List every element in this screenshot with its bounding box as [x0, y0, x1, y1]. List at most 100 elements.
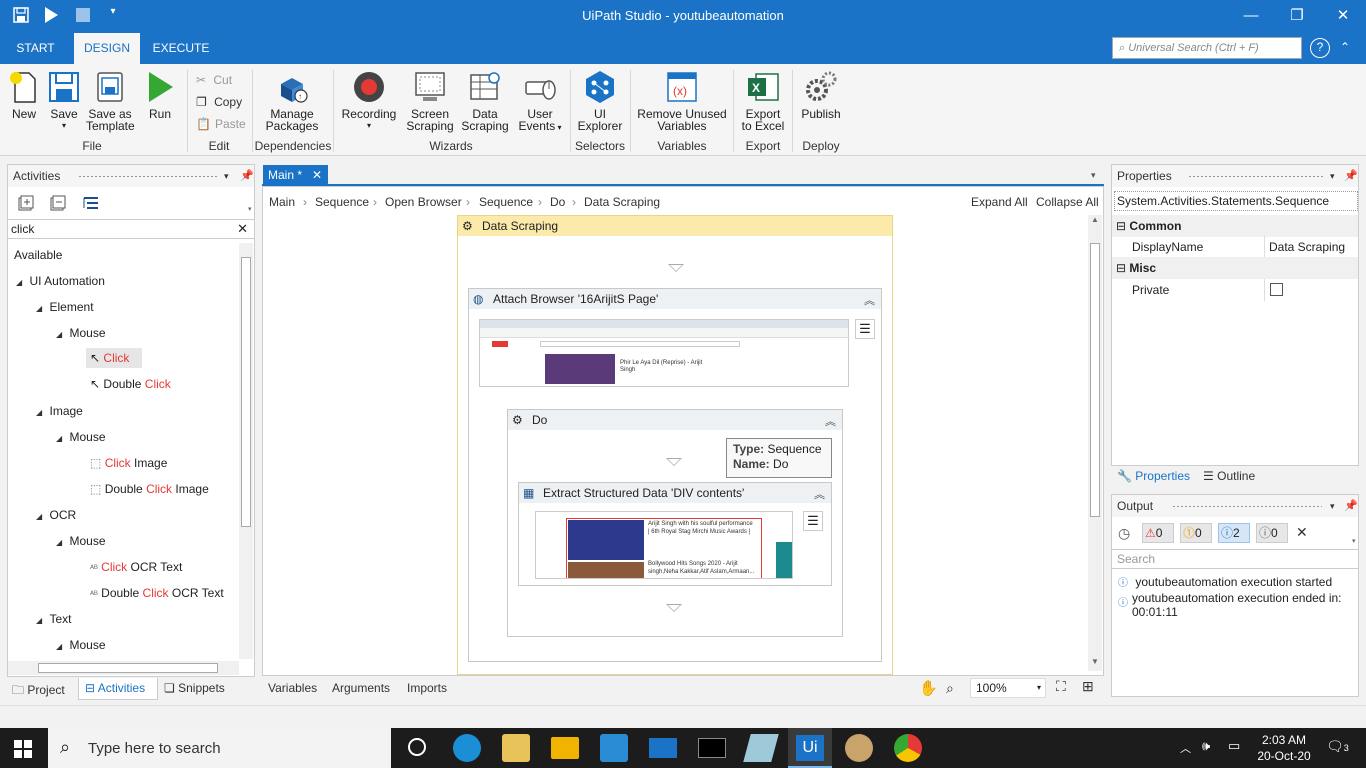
- scrollbar-thumb[interactable]: [38, 663, 218, 673]
- zoom-select[interactable]: 100% ▾: [970, 678, 1046, 698]
- store-icon[interactable]: [600, 734, 628, 762]
- remove-unused-variables-button[interactable]: (x) Remove Unused Variables: [636, 70, 728, 132]
- output-search-input[interactable]: Search: [1112, 549, 1358, 569]
- tab-execute[interactable]: EXECUTE: [150, 33, 212, 64]
- mail-icon[interactable]: [649, 738, 677, 758]
- breadcrumb-open-browser[interactable]: Open Browser: [385, 195, 462, 209]
- property-category-misc[interactable]: ⊟ Misc: [1112, 257, 1358, 279]
- user-events-button[interactable]: User Events ▾: [514, 70, 566, 134]
- edge-browser-icon[interactable]: [453, 734, 481, 762]
- file-explorer-icon[interactable]: [551, 737, 579, 759]
- tabs-dropdown-icon[interactable]: ▾: [1091, 170, 1096, 181]
- zoom-icon[interactable]: ⌕: [946, 680, 954, 697]
- pin-icon[interactable]: 📌: [1344, 165, 1358, 187]
- info-filter-button[interactable]: ⓘ2: [1218, 523, 1250, 543]
- hand-pan-icon[interactable]: ✋: [919, 679, 938, 697]
- system-tray-chevron-icon[interactable]: ︿: [1180, 740, 1191, 756]
- help-button[interactable]: ?: [1310, 38, 1330, 58]
- clock[interactable]: 2:03 AM 20-Oct-20: [1254, 732, 1314, 764]
- activities-search-input[interactable]: click ✕: [8, 219, 254, 239]
- volume-icon[interactable]: 🕪: [1202, 738, 1210, 754]
- data-scraping-button[interactable]: Data Scraping: [460, 70, 510, 132]
- activity-click[interactable]: ↖ Click: [86, 348, 142, 368]
- tree-text[interactable]: ◢ Text: [36, 609, 72, 629]
- filter-icon[interactable]: [82, 195, 100, 214]
- breadcrumb-sequence[interactable]: Sequence: [315, 195, 369, 209]
- tree-image[interactable]: ◢ Image: [36, 401, 83, 421]
- scrollbar-thumb[interactable]: [241, 257, 251, 527]
- breadcrumb-sequence-2[interactable]: Sequence: [479, 195, 533, 209]
- collapse-all-link[interactable]: Collapse All: [1036, 195, 1099, 209]
- scroll-toggle-icon[interactable]: ▾: [248, 205, 252, 213]
- displayname-input[interactable]: Data Scraping: [1264, 236, 1360, 258]
- activity-double-click[interactable]: ↖ Double Click: [90, 374, 171, 394]
- extract-structured-data-activity[interactable]: ▦ Extract Structured Data 'DIV contents'…: [518, 482, 832, 586]
- clear-search-icon[interactable]: ✕: [237, 221, 248, 237]
- collapse-chevron-icon[interactable]: ︽: [825, 412, 836, 432]
- uipath-taskbar-button[interactable]: Ui: [788, 728, 832, 768]
- ui-explorer-button[interactable]: UI Explorer: [576, 70, 624, 132]
- run-button[interactable]: Run: [142, 70, 178, 120]
- python-idle-icon[interactable]: [502, 734, 530, 762]
- private-checkbox[interactable]: [1270, 283, 1283, 296]
- pin-icon[interactable]: 📌: [1344, 495, 1358, 517]
- tab-start[interactable]: START: [8, 33, 63, 64]
- timestamp-toggle-icon[interactable]: ◷: [1118, 525, 1130, 542]
- breadcrumb-do[interactable]: Do: [550, 195, 565, 209]
- drop-arrow-icon[interactable]: [666, 458, 682, 466]
- panel-menu-icon[interactable]: ▾: [1330, 165, 1335, 187]
- arguments-tab[interactable]: Arguments: [332, 681, 390, 695]
- paste-button[interactable]: 📋 Paste: [196, 117, 246, 131]
- tree-mouse[interactable]: ◢ Mouse: [56, 635, 106, 655]
- trace-filter-button[interactable]: ⓘ0: [1256, 523, 1288, 543]
- tree-ui-automation[interactable]: ◢ UI Automation: [16, 271, 105, 291]
- new-button[interactable]: New: [6, 70, 42, 120]
- tab-snippets[interactable]: ❏ Snippets: [164, 681, 225, 695]
- minimize-button[interactable]: —: [1231, 4, 1271, 28]
- panel-menu-icon[interactable]: ▾: [224, 165, 229, 187]
- cut-button[interactable]: ✂ Cut: [196, 73, 232, 87]
- collapse-chevron-icon[interactable]: ︽: [814, 485, 825, 505]
- copy-button[interactable]: ❐ Copy: [196, 95, 242, 109]
- collapse-all-tree-icon[interactable]: [50, 195, 66, 214]
- designer-vertical-scrollbar[interactable]: ▲ ▼: [1088, 215, 1102, 671]
- notes-icon[interactable]: [743, 734, 779, 762]
- horizontal-scrollbar[interactable]: [8, 661, 239, 675]
- attach-browser-activity[interactable]: ◍ Attach Browser '16ArijitS Page' ︽ Phir…: [468, 288, 882, 662]
- collapse-chevron-icon[interactable]: ︽: [864, 291, 875, 311]
- breadcrumb-main[interactable]: Main: [269, 195, 295, 209]
- errors-filter-button[interactable]: ⚠0: [1142, 523, 1174, 543]
- clear-output-icon[interactable]: ✕: [1296, 524, 1308, 541]
- options-menu-icon[interactable]: ☰: [855, 319, 875, 339]
- tree-mouse[interactable]: ◢ Mouse: [56, 531, 106, 551]
- windows-start-icon[interactable]: [14, 740, 32, 761]
- scroll-toggle-icon[interactable]: ▾: [1352, 537, 1356, 545]
- taskbar-search-box[interactable]: ⌕ Type here to search: [48, 728, 391, 768]
- activity-click-ocr-text[interactable]: ᴬᴮ Click OCR Text: [90, 557, 182, 577]
- activity-click-image[interactable]: ⬚ Click Image: [90, 453, 167, 473]
- fit-to-screen-icon[interactable]: ⛶: [1056, 678, 1066, 695]
- tree-ocr[interactable]: ◢ OCR: [36, 505, 76, 525]
- property-category-common[interactable]: ⊟ Common: [1112, 215, 1358, 237]
- screen-scraping-button[interactable]: Screen Scraping: [404, 70, 456, 132]
- drop-arrow-icon[interactable]: [668, 264, 684, 272]
- tab-design[interactable]: DESIGN: [74, 33, 140, 64]
- tree-element[interactable]: ◢ Element: [36, 297, 94, 317]
- expand-all-link[interactable]: Expand All: [971, 195, 1028, 209]
- paint-icon[interactable]: [845, 734, 873, 762]
- export-to-excel-button[interactable]: X Export to Excel: [738, 70, 788, 132]
- scroll-down-icon[interactable]: ▼: [1088, 657, 1102, 671]
- restore-button[interactable]: ❐: [1277, 4, 1317, 28]
- notifications-icon[interactable]: 🗨3: [1326, 738, 1349, 755]
- breadcrumb-data-scraping[interactable]: Data Scraping: [584, 195, 660, 209]
- warnings-filter-button[interactable]: ⓵0: [1180, 523, 1212, 543]
- terminal-icon[interactable]: [698, 738, 726, 758]
- variables-tab[interactable]: Variables: [268, 681, 317, 695]
- activity-double-click-image[interactable]: ⬚ Double Click Image: [90, 479, 209, 499]
- drop-arrow-icon[interactable]: [666, 604, 682, 612]
- close-tab-icon[interactable]: ✕: [312, 168, 322, 182]
- options-menu-icon[interactable]: ☰: [803, 511, 823, 531]
- publish-button[interactable]: Publish: [798, 70, 844, 120]
- tree-mouse[interactable]: ◢ Mouse: [56, 323, 106, 343]
- do-sequence[interactable]: ⚙ Do ︽ Type: Sequence Name: Do ▦ Extract…: [507, 409, 843, 637]
